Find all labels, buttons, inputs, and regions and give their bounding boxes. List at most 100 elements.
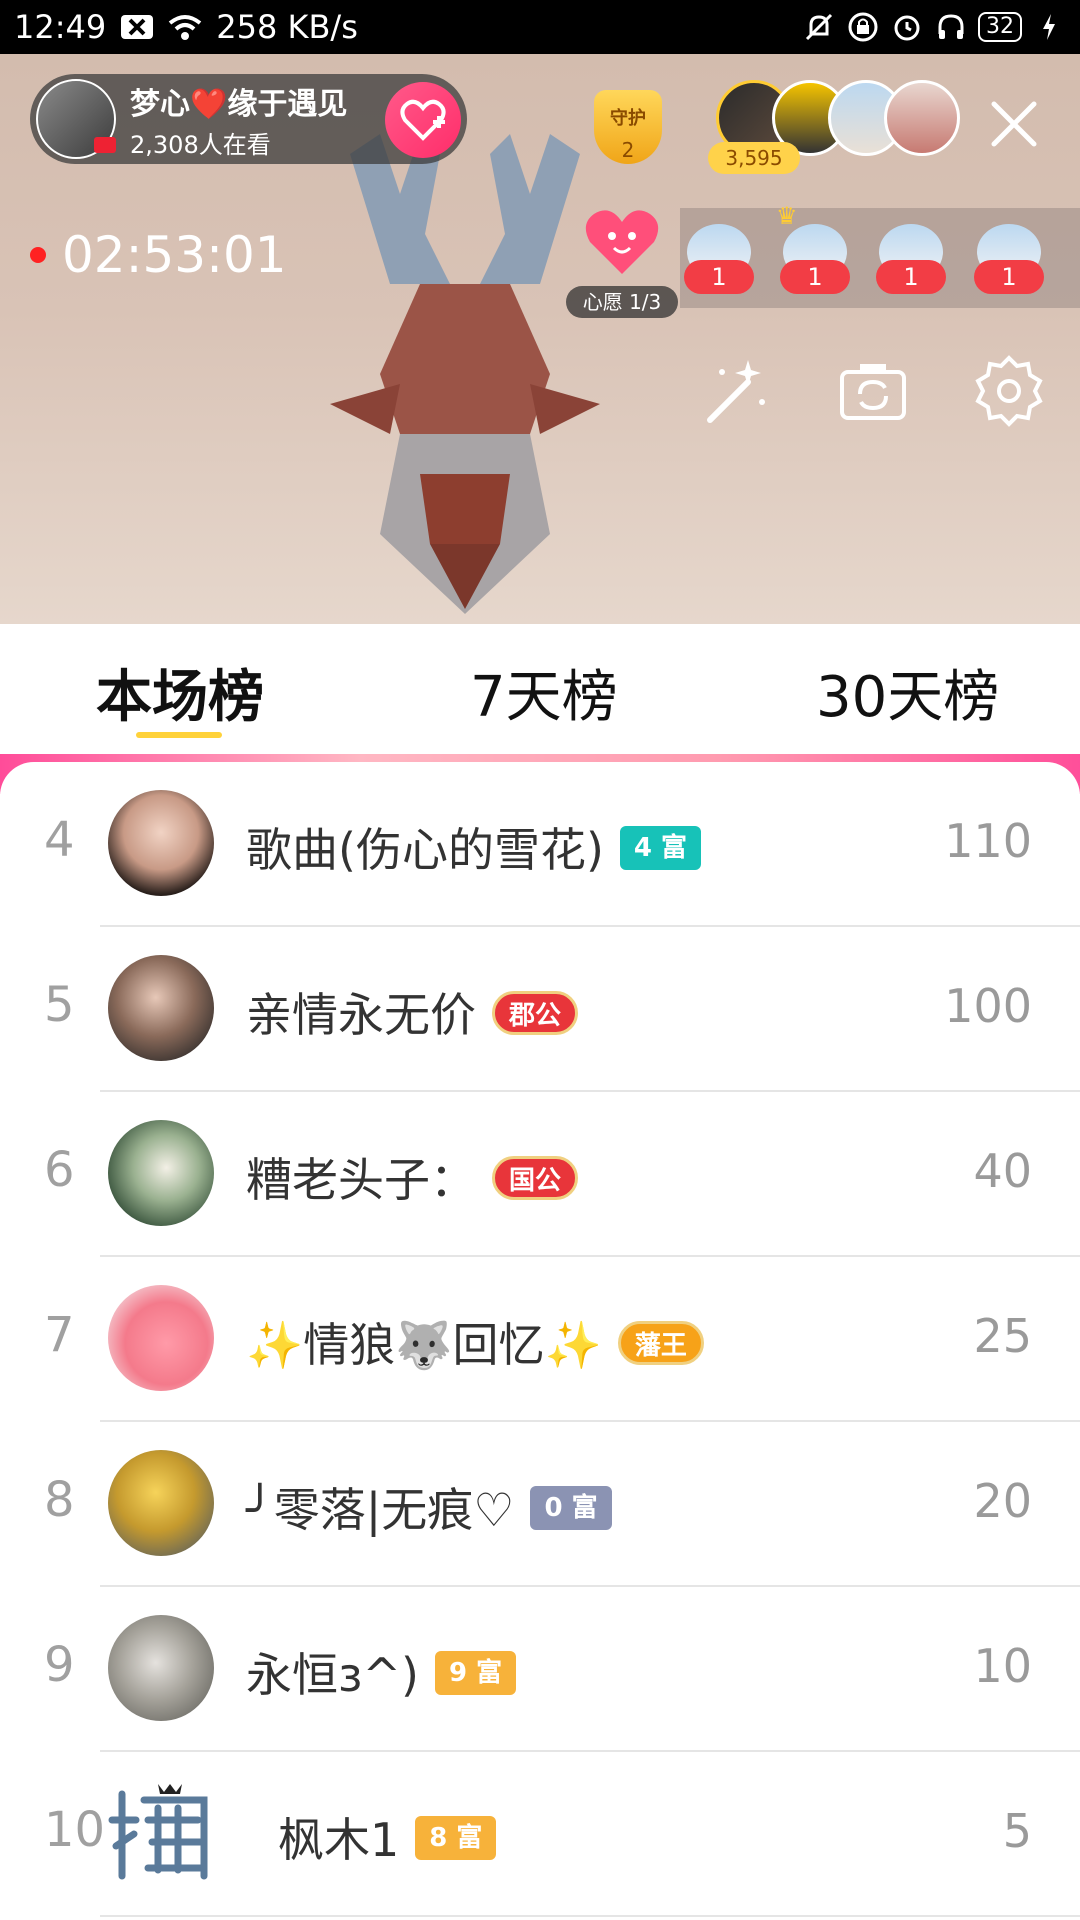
user-avatar[interactable] <box>108 1285 214 1391</box>
calligraphy-avatar-image <box>108 1784 208 1880</box>
divider <box>100 1915 1080 1917</box>
user-avatar[interactable] <box>108 1615 214 1721</box>
user-avatar[interactable] <box>108 955 214 1061</box>
close-icon <box>991 101 1037 147</box>
follow-button[interactable] <box>385 82 461 158</box>
status-time: 12:49 <box>14 8 107 46</box>
magic-wand-icon <box>707 360 765 423</box>
wish-widget[interactable]: 心愿 1/3 <box>566 204 678 354</box>
guard-count: 2 <box>621 138 635 162</box>
ranking-row[interactable]: 8 ╯零落|无痕♡ 0 富 20 <box>0 1422 1080 1587</box>
gifter-item[interactable]: 1 <box>974 224 1044 308</box>
wealth-badge: 9 富 <box>434 1650 517 1695</box>
wealth-badge: 8 富 <box>415 1815 497 1860</box>
guard-badge[interactable]: 守护 2 <box>582 82 674 174</box>
status-bar: 12:49 258 KB/s 32 <box>0 0 1080 54</box>
rank-number: 8 <box>44 1472 75 1528</box>
viewer-avatar[interactable] <box>884 80 960 156</box>
user-name: 永恒з^) <box>246 1648 419 1702</box>
rank-number: 9 <box>44 1637 75 1693</box>
gifter-item[interactable]: 1 <box>684 224 754 308</box>
rank-number: 10 <box>44 1802 106 1858</box>
user-avatar[interactable] <box>108 1450 214 1556</box>
gifter-item[interactable]: 1 <box>780 224 850 308</box>
ranking-row[interactable]: 4 歌曲(伤心的雪花) 4 富 110 <box>0 762 1080 927</box>
user-name-line: ✨情狼🐺回忆✨ 藩王 <box>246 1309 704 1375</box>
settings-button[interactable] <box>972 354 1046 428</box>
contribution-value: 110 <box>944 814 1032 868</box>
user-avatar[interactable] <box>108 790 214 896</box>
user-avatar[interactable] <box>108 1780 214 1886</box>
noble-title-badge: 藩王 <box>617 1320 704 1365</box>
notification-icon <box>120 12 154 42</box>
host-name: 梦心❤️缘于遇见 <box>130 86 348 122</box>
tab-30-days[interactable]: 30天榜 <box>816 652 999 733</box>
charging-icon <box>1032 12 1066 42</box>
user-name-line: 糟老头子： 国公 <box>246 1144 579 1210</box>
rank-number: 7 <box>44 1307 75 1363</box>
user-name-line: 枫木1 8 富 <box>278 1804 497 1870</box>
ranking-row[interactable]: 5 亲情永无价 郡公 100 <box>0 927 1080 1092</box>
alarm-icon <box>890 12 924 42</box>
viewer-count: 2,308人在看 <box>130 130 271 159</box>
contribution-value: 100 <box>944 979 1032 1033</box>
rank-number: 6 <box>44 1142 75 1198</box>
contribution-value: 10 <box>973 1639 1032 1693</box>
user-name: ✨情狼🐺回忆✨ <box>246 1318 602 1372</box>
user-name: 枫木1 <box>278 1813 400 1867</box>
user-name-line: 永恒з^) 9 富 <box>246 1639 517 1705</box>
contribution-value: 20 <box>973 1474 1032 1528</box>
headphones-icon <box>934 12 968 42</box>
noble-title-badge: 国公 <box>492 1155 579 1200</box>
rank-number: 5 <box>44 977 75 1033</box>
net-speed: 258 KB/s <box>216 8 358 46</box>
user-name-line: 亲情永无价 郡公 <box>246 979 579 1045</box>
ranking-tabs: 本场榜 7天榜 30天榜 <box>0 624 1080 760</box>
ranking-list: 4 歌曲(伤心的雪花) 4 富 110 5 亲情永无价 郡公 100 6 糟老头子：… <box>0 762 1080 1920</box>
live-timer: 02:53:01 <box>30 226 287 284</box>
gear-icon <box>975 355 1043 427</box>
live-stream-view[interactable]: 梦心❤️缘于遇见 2,308人在看 守护 2 3,595 02:53:01 心愿… <box>0 54 1080 624</box>
noble-title-badge: 郡公 <box>492 990 579 1035</box>
gifter-strip[interactable]: ♛ 1 1 1 1 <box>680 202 1080 308</box>
tab-current[interactable]: 本场榜 <box>96 652 264 733</box>
user-name: ╯零落|无痕♡ <box>246 1483 515 1537</box>
tab-7-days[interactable]: 7天榜 <box>470 652 618 733</box>
close-button[interactable] <box>988 98 1040 150</box>
switch-camera-button[interactable] <box>836 354 910 428</box>
contribution-score: 3,595 <box>708 142 800 174</box>
timer-value: 02:53:01 <box>62 226 287 284</box>
contribution-value: 40 <box>973 1144 1032 1198</box>
wish-label: 心愿 1/3 <box>566 286 678 318</box>
contribution-value: 5 <box>1002 1804 1032 1858</box>
ranking-row[interactable]: 7 ✨情狼🐺回忆✨ 藩王 25 <box>0 1257 1080 1422</box>
ranking-row[interactable]: 9 永恒з^) 9 富 10 <box>0 1587 1080 1752</box>
wealth-badge: 4 富 <box>619 825 702 870</box>
contribution-value: 25 <box>973 1309 1032 1363</box>
ranking-row[interactable]: 10 枫木1 8 富 5 <box>0 1752 1080 1917</box>
user-name: 糟老头子： <box>246 1153 476 1207</box>
camera-switch-icon <box>840 364 906 420</box>
wifi-icon <box>168 12 202 42</box>
heart-plus-icon <box>400 99 446 141</box>
host-info-pill[interactable]: 梦心❤️缘于遇见 2,308人在看 <box>30 74 467 164</box>
beauty-button[interactable] <box>700 354 774 428</box>
deer-decoration-image <box>330 134 600 614</box>
user-avatar[interactable] <box>108 1120 214 1226</box>
user-name: 歌曲(伤心的雪花) <box>246 823 604 877</box>
user-name-line: 歌曲(伤心的雪花) 4 富 <box>246 814 702 880</box>
guard-title: 守护 <box>610 108 646 129</box>
host-avatar[interactable] <box>36 79 116 159</box>
ranking-row[interactable]: 6 糟老头子： 国公 40 <box>0 1092 1080 1257</box>
heart-icon <box>585 210 659 274</box>
user-name: 亲情永无价 <box>246 988 476 1042</box>
recording-dot-icon <box>30 247 46 263</box>
rank-number: 4 <box>44 812 75 868</box>
user-name-line: ╯零落|无痕♡ 0 富 <box>246 1474 612 1540</box>
wealth-badge: 0 富 <box>530 1485 612 1530</box>
mute-icon <box>802 12 836 42</box>
battery-icon: 32 <box>978 12 1022 42</box>
lock-icon <box>846 12 880 42</box>
gifter-item[interactable]: 1 <box>876 224 946 308</box>
tab-indicator <box>136 732 222 738</box>
